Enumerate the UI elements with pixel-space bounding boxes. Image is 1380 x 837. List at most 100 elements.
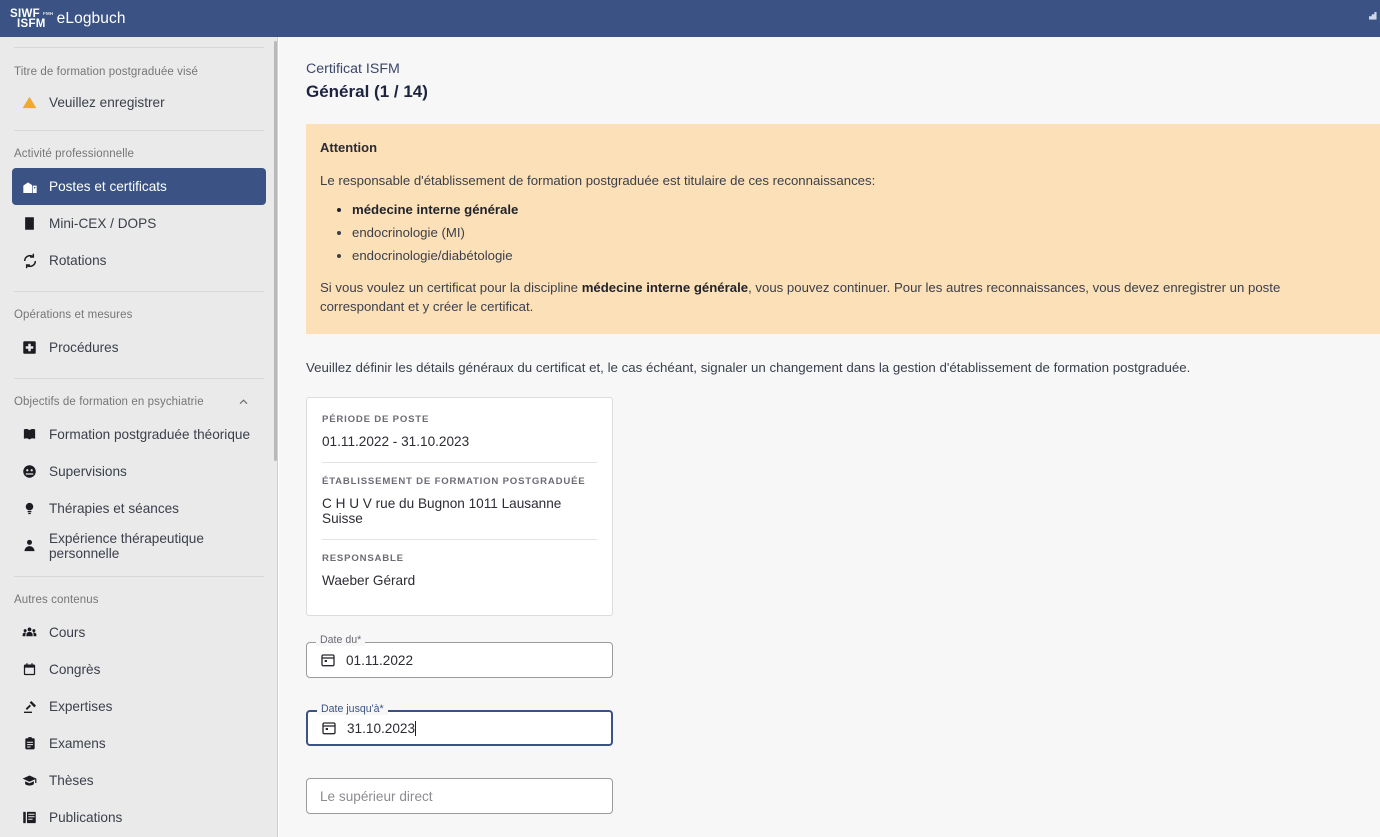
sidebar-item-examens[interactable]: Examens [12,725,266,762]
info-row-responsable: RESPONSABLE Waeber Gérard [322,539,597,601]
sidebar-item-label: Congrès [49,662,101,677]
list-item: médecine interne générale [352,200,1366,219]
page-title: Général (1 / 14) [306,82,1380,102]
info-value: 01.11.2022 - 31.10.2023 [322,434,470,450]
app-title: eLogbuch [56,9,126,27]
medical-cross-icon [20,339,39,356]
supervisor-field[interactable]: Le supérieur direct [306,778,613,815]
gavel-icon [20,698,39,715]
logo-line-2: ISFM [17,17,46,30]
sidebar-content: Titre de formation postgraduée visé Veui… [0,47,277,837]
poste-info-card: PÉRIODE DE POSTE 01.11.2022 - 31.10.2023… [306,397,613,617]
date-from-label: Date du* [316,635,366,647]
divider [14,576,264,577]
date-to-field[interactable]: Date jusqu'à* 31.10.2023 [306,704,613,747]
sidebar-item-supervisions[interactable]: Supervisions [12,453,266,490]
book-icon [20,215,39,232]
date-from-value[interactable]: 01.11.2022 [346,653,413,668]
sidebar-item-label: Supervisions [49,464,127,479]
sidebar-item-label: Formation postgraduée théorique [49,427,251,442]
sidebar-group-label-goal: Titre de formation postgraduée visé [14,66,198,78]
sidebar-item-rotations[interactable]: Rotations [12,242,266,279]
info-value: Waeber Gérard [322,573,416,589]
sidebar-group-label-activite: Activité professionnelle [14,148,135,160]
attention-banner: Attention Le responsable d'établissement… [306,124,1380,335]
sidebar-scrollbar[interactable] [274,37,277,837]
calendar-icon[interactable] [321,720,337,736]
info-value: C H U V rue du Bugnon 1011 Lausanne Suis… [322,496,562,527]
date-to-value[interactable]: 31.10.2023 [347,721,415,736]
article-icon [20,809,39,826]
siwf-isfm-logo: SIWF ISFM FMH [10,7,53,30]
calendar-icon[interactable] [320,652,336,668]
date-from-field[interactable]: Date du* 01.11.2022 [306,635,613,679]
date-to-label: Date jusqu'à* [317,704,388,716]
refresh-icon [20,252,39,269]
sidebar-group-label-text: Objectifs de formation en psychiatrie [14,396,204,408]
sidebar-item-formation-postgraduee-theorique[interactable]: Formation postgraduée théorique [12,416,266,453]
list-item: endocrinologie (MI) [352,223,1366,242]
info-row-etablissement: ÉTABLISSEMENT DE FORMATION POSTGRADUÉE C… [322,462,597,539]
sidebar-item-postes-et-certificats[interactable]: Postes et certificats [12,168,266,205]
step-counter: (1 / 14) [374,82,428,101]
sidebar-group-label-operations: Opérations et mesures [14,309,133,321]
chevron-up-icon[interactable] [237,396,250,409]
intro-text: Veuillez définir les détails généraux du… [306,360,1191,376]
attention-banner-title: Attention [320,140,378,155]
app-header: SIWF ISFM FMH eLogbuch [0,0,1380,37]
sidebar-item-label: Examens [49,736,106,751]
attention-footer-part1: Si vous voulez un certificat pour la dis… [320,280,582,296]
divider [14,47,264,48]
people-group-icon [20,624,39,641]
sidebar-item-experience-therapeutique-personnelle[interactable]: Expérience thérapeutique personnelle [12,527,266,564]
page-title-text: Général [306,82,370,101]
brand-logo[interactable]: SIWF ISFM FMH eLogbuch [10,7,126,30]
attention-banner-footer: Si vous voulez un certificat pour la dis… [320,279,1366,316]
sidebar-group-label-objectifs[interactable]: Objectifs de formation en psychiatrie [0,388,277,416]
supervisor-placeholder: Le supérieur direct [320,788,433,804]
sidebar-item-theses[interactable]: Thèses [12,762,266,799]
sidebar-item-congres[interactable]: Congrès [12,651,266,688]
sidebar-item-therapies-et-seances[interactable]: Thérapies et séances [12,490,266,527]
sidebar[interactable]: Titre de formation postgraduée visé Veui… [0,37,278,837]
recognitions-list: médecine interne générale endocrinologie… [320,200,1366,265]
sidebar-item-label: Postes et certificats [49,179,167,194]
sidebar-group-label-autres: Autres contenus [14,594,99,606]
info-label: ÉTABLISSEMENT DE FORMATION POSTGRADUÉE [322,476,586,488]
breadcrumb-certificat: Certificat ISFM [306,61,400,77]
head-idea-icon [20,500,39,517]
sidebar-item-label: Publications [49,810,123,825]
divider [14,291,264,292]
attention-footer-bold: médecine interne générale [581,280,749,296]
sidebar-item-label: Cours [49,625,86,640]
divider [14,130,264,131]
info-row-periode: PÉRIODE DE POSTE 01.11.2022 - 31.10.2023 [322,414,597,462]
warning-triangle-icon [20,94,39,111]
user-menu-icon[interactable] [1369,12,1378,22]
sidebar-item-label: Thèses [49,773,94,788]
person-icon [20,537,39,554]
sidebar-item-label: Mini-CEX / DOPS [49,216,157,231]
supervision-icon [20,463,39,480]
hospital-icon [20,178,39,195]
sidebar-item-label: Rotations [49,253,107,268]
sidebar-item-mini-cex-dops[interactable]: Mini-CEX / DOPS [12,205,266,242]
sidebar-item-label: Veuillez enregistrer [49,94,165,110]
info-label: PÉRIODE DE POSTE [322,414,430,426]
sidebar-item-procedures[interactable]: Procédures [12,329,266,366]
info-label: RESPONSABLE [322,553,404,565]
sidebar-item-cours[interactable]: Cours [12,614,266,651]
logo-line-1: SIWF [10,7,40,20]
logo-fmh-superscript: FMH [43,10,54,16]
divider [14,378,264,379]
clipboard-icon [20,735,39,752]
text-caret [415,720,417,736]
sidebar-item-expertises[interactable]: Expertises [12,688,266,725]
sidebar-item-publications[interactable]: Publications [12,799,266,836]
main-inner: Certificat ISFM Général (1 / 14) Attenti… [279,37,1380,837]
sidebar-item-label: Thérapies et séances [49,501,179,516]
open-book-icon [20,426,39,443]
sidebar-item-label: Expérience thérapeutique personnelle [49,530,204,561]
sidebar-item-label: Procédures [49,340,119,355]
sidebar-item-veuillez-enregistrer[interactable]: Veuillez enregistrer [12,86,266,118]
